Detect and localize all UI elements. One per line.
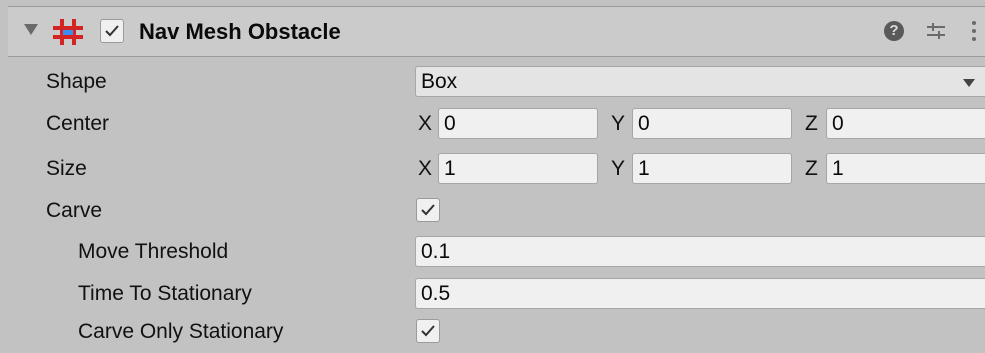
center-z-label: Z (805, 112, 818, 135)
help-icon[interactable]: ? (884, 21, 904, 41)
center-row: Center X 0 Y 0 Z 0 (0, 105, 985, 143)
carve-only-stationary-label: Carve Only Stationary (78, 320, 284, 343)
dropdown-arrow-icon (963, 79, 975, 87)
component-header[interactable]: Nav Mesh Obstacle ? (8, 6, 985, 57)
inspector-panel: Nav Mesh Obstacle ? Shape Box Center X 0… (0, 0, 985, 353)
carve-only-stationary-checkbox[interactable] (416, 319, 440, 343)
component-enabled-checkbox[interactable] (100, 19, 124, 43)
size-label: Size (46, 157, 87, 180)
checkmark-icon (421, 325, 435, 337)
foldout-arrow-icon[interactable] (24, 24, 38, 35)
size-x-label: X (418, 157, 433, 180)
shape-label: Shape (46, 70, 107, 93)
move-threshold-field[interactable]: 0.1 (415, 236, 985, 267)
center-z-field[interactable]: 0 (826, 108, 985, 139)
carve-checkbox[interactable] (416, 198, 440, 222)
nav-mesh-obstacle-icon (53, 19, 83, 45)
shape-dropdown[interactable]: Box (415, 66, 985, 97)
center-y-label: Y (611, 112, 626, 135)
center-label: Center (46, 112, 110, 135)
move-threshold-row: Move Threshold 0.1 (0, 233, 985, 271)
time-to-stationary-field[interactable]: 0.5 (415, 278, 985, 309)
carve-label: Carve (46, 199, 103, 222)
time-to-stationary-row: Time To Stationary 0.5 (0, 275, 985, 313)
center-x-field[interactable]: 0 (438, 108, 598, 139)
size-y-field[interactable]: 1 (632, 153, 792, 184)
center-y-field[interactable]: 0 (632, 108, 792, 139)
checkmark-icon (105, 25, 119, 37)
carve-only-stationary-row: Carve Only Stationary (0, 313, 985, 351)
size-x-field[interactable]: 1 (438, 153, 598, 184)
size-y-label: Y (611, 157, 626, 180)
time-to-stationary-label: Time To Stationary (78, 282, 252, 305)
center-x-label: X (418, 112, 433, 135)
shape-row: Shape Box (0, 63, 985, 101)
move-threshold-label: Move Threshold (78, 240, 229, 263)
size-z-label: Z (805, 157, 818, 180)
size-row: Size X 1 Y 1 Z 1 (0, 150, 985, 188)
checkmark-icon (421, 204, 435, 216)
presets-icon[interactable] (924, 19, 948, 43)
component-title: Nav Mesh Obstacle (139, 19, 341, 44)
size-z-field[interactable]: 1 (826, 153, 985, 184)
more-options-icon[interactable] (971, 19, 977, 43)
carve-row: Carve (0, 192, 985, 230)
